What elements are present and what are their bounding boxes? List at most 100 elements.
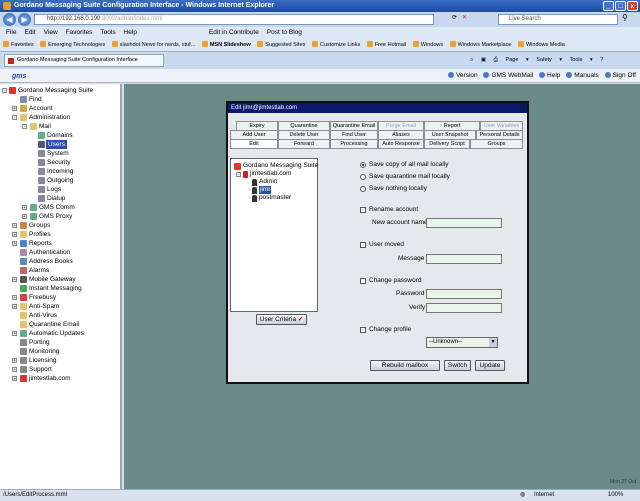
tree-account[interactable]: + Account xyxy=(0,104,120,113)
webmail-link[interactable]: GMS WebMail xyxy=(483,69,533,83)
tree-logs[interactable]: Logs xyxy=(0,185,120,194)
tree-address-books[interactable]: Address Books xyxy=(0,257,120,266)
address-input[interactable]: http://192.168.0.190:8000/admin/index.mm… xyxy=(34,14,434,25)
tab-groups[interactable]: Groups xyxy=(470,139,523,149)
tree-system[interactable]: System xyxy=(0,149,120,158)
tree-authentication[interactable]: Authentication xyxy=(0,248,120,257)
collapse-icon[interactable]: - xyxy=(236,172,241,178)
tools-menu[interactable]: Tools ▾ xyxy=(570,57,593,63)
minimize-button[interactable]: _ xyxy=(603,1,614,11)
manuals-link[interactable]: Manuals xyxy=(566,69,599,83)
browser-tab[interactable]: Gordano Messaging Suite Configuration In… xyxy=(4,54,164,67)
fav-item[interactable]: Windows Marketplace xyxy=(449,38,511,51)
tab-forward[interactable]: Forward xyxy=(278,139,330,149)
fav-item[interactable]: MSN Slideshow xyxy=(201,38,251,51)
help-icon[interactable]: ? xyxy=(600,57,603,63)
update-button[interactable]: Update xyxy=(475,360,505,371)
rename-account-checkbox[interactable] xyxy=(360,207,366,213)
close-window-button[interactable]: x xyxy=(627,1,638,11)
tree-alarms[interactable]: Alarms xyxy=(0,266,120,275)
feeds-icon[interactable]: ▣ xyxy=(481,57,486,63)
tree-mobile-gateway[interactable]: + Mobile Gateway xyxy=(0,275,120,284)
tab-auto-response[interactable]: Auto Response xyxy=(378,139,424,149)
menu-favorites[interactable]: Favorites xyxy=(66,27,93,38)
tree-support[interactable]: + Support xyxy=(0,365,120,374)
print-icon[interactable]: ⎙ xyxy=(494,57,498,63)
tree-gms-proxy[interactable]: + GMS Proxy xyxy=(0,212,120,221)
dlg-tree-domain[interactable]: jimtestlab.com xyxy=(250,170,292,178)
tree-dialup[interactable]: Dialup xyxy=(0,194,120,203)
tree-porting[interactable]: Porting xyxy=(0,338,120,347)
rebuild-mailbox-button[interactable]: Rebuild mailbox xyxy=(370,360,440,371)
back-button[interactable]: ◀ xyxy=(3,13,16,26)
fav-item[interactable]: Windows Media xyxy=(517,38,565,51)
tree-quarantine-email[interactable]: Quarantine Email xyxy=(0,320,120,329)
tab-processing[interactable]: Processing xyxy=(330,139,378,149)
switch-button[interactable]: Switch xyxy=(444,360,471,371)
tree-automatic-updates[interactable]: + Automatic Updates xyxy=(0,329,120,338)
radio-save-quarantine[interactable] xyxy=(360,174,366,180)
profile-select[interactable]: --Unknown-- ▼ xyxy=(426,337,498,348)
change-password-checkbox[interactable] xyxy=(360,278,366,284)
tree-users[interactable]: Users xyxy=(0,140,120,149)
new-account-name-input[interactable] xyxy=(426,218,502,228)
tab-edit[interactable]: Edit xyxy=(230,139,278,149)
menu-tools[interactable]: Tools xyxy=(100,27,115,38)
fav-item[interactable]: Windows xyxy=(412,38,443,51)
refresh-icon[interactable]: ⟳ xyxy=(452,14,457,21)
dlg-tree-user-jimr[interactable]: jimr xyxy=(259,186,272,194)
dlg-tree-root[interactable]: Gordano Messaging Suite xyxy=(243,162,318,170)
post-blog-button[interactable]: Post to Blog xyxy=(267,27,302,38)
search-input[interactable]: Live Search xyxy=(498,14,618,25)
stop-icon[interactable]: ✕ xyxy=(462,14,467,21)
user-criteria-button[interactable]: User Criteria ✓ xyxy=(256,314,307,325)
maximize-button[interactable]: □ xyxy=(615,1,626,11)
tree-incoming[interactable]: Incoming xyxy=(0,167,120,176)
tree-reports[interactable]: + Reports xyxy=(0,239,120,248)
fav-item[interactable]: Suggested Sites xyxy=(257,38,305,51)
radio-save-all[interactable] xyxy=(360,162,366,168)
help-link[interactable]: Help xyxy=(539,69,560,83)
contribute-button[interactable]: Edit in Contribute xyxy=(209,27,259,38)
version-link[interactable]: Version xyxy=(447,69,478,83)
menu-file[interactable]: File xyxy=(6,27,16,38)
fav-item[interactable]: slashdot News for nerds, stuf... xyxy=(111,38,195,51)
tree-monitoring[interactable]: Monitoring xyxy=(0,347,120,356)
message-input[interactable] xyxy=(426,254,502,264)
tree-gms-comm[interactable]: + GMS Comm xyxy=(0,203,120,212)
forward-button[interactable]: ▶ xyxy=(18,13,31,26)
change-profile-checkbox[interactable] xyxy=(360,327,366,333)
fav-item[interactable]: Customize Links xyxy=(311,38,360,51)
favorites-button[interactable]: Favorites xyxy=(3,38,34,51)
tree-instant-messaging[interactable]: Instant Messaging xyxy=(0,284,120,293)
status-zoom[interactable]: 100% xyxy=(608,490,623,501)
user-moved-checkbox[interactable] xyxy=(360,242,366,248)
dlg-tree-user-admin[interactable]: Admin xyxy=(259,178,277,186)
tree-outgoing[interactable]: Outgoing xyxy=(0,176,120,185)
tab-delivery-script[interactable]: Delivery Script xyxy=(424,139,470,149)
menu-edit[interactable]: Edit xyxy=(24,27,35,38)
tree-freebusy[interactable]: + Freebusy xyxy=(0,293,120,302)
menu-view[interactable]: View xyxy=(44,27,58,38)
search-icon[interactable]: ⚲ xyxy=(622,13,628,22)
tree-domains[interactable]: Domains xyxy=(0,131,120,140)
fav-item[interactable]: Emerging Technologies xyxy=(40,38,105,51)
password-input[interactable] xyxy=(426,289,502,299)
fav-item[interactable]: Free Hotmail xyxy=(366,38,406,51)
tree-root[interactable]: - Gordano Messaging Suite xyxy=(0,86,120,95)
verify-input[interactable] xyxy=(426,303,502,313)
tree-anti-virus[interactable]: Anti-Virus xyxy=(0,311,120,320)
tree-groups[interactable]: + Groups xyxy=(0,221,120,230)
safety-menu[interactable]: Safety ▾ xyxy=(536,57,562,63)
tree-domain[interactable]: + jimtestlab.com xyxy=(0,374,120,383)
tree-administration[interactable]: - Administration xyxy=(0,113,120,122)
page-menu[interactable]: Page ▾ xyxy=(506,57,529,63)
tree-anti-spam[interactable]: + Anti-Spam xyxy=(0,302,120,311)
tree-mail[interactable]: - Mail xyxy=(0,122,120,131)
sign-off-link[interactable]: Sign Off xyxy=(604,69,636,83)
tree-security[interactable]: Security xyxy=(0,158,120,167)
tree-find[interactable]: Find xyxy=(0,95,120,104)
menu-help[interactable]: Help xyxy=(124,27,137,38)
dlg-tree-user-postmaster[interactable]: postmaster xyxy=(259,194,291,202)
radio-save-nothing[interactable] xyxy=(360,186,366,192)
